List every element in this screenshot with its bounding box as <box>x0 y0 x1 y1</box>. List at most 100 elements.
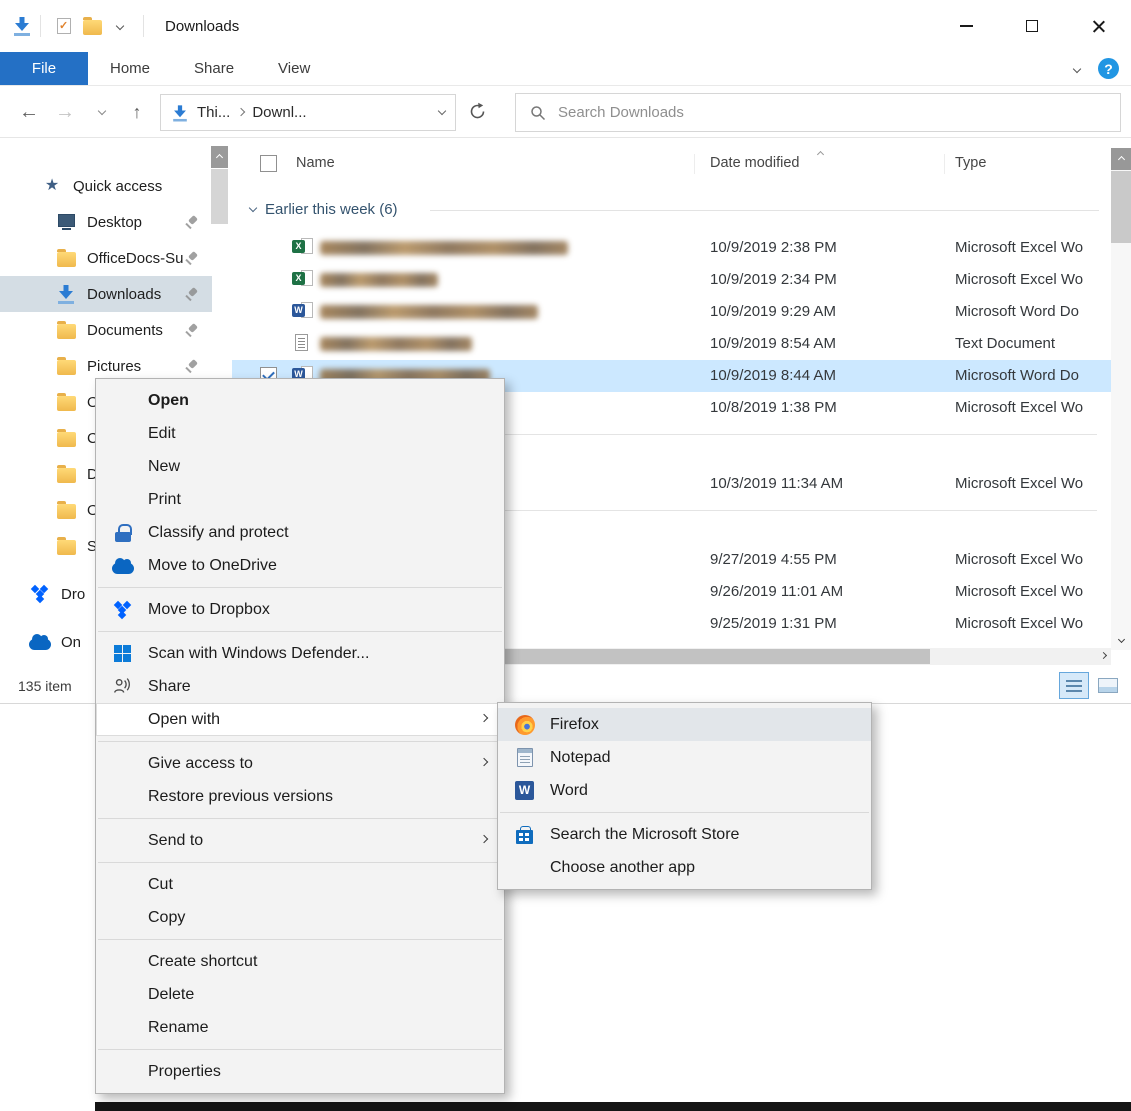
pin-icon <box>184 287 198 301</box>
menu-item-cut[interactable]: Cut <box>96 868 504 901</box>
menu-item-label: Open with <box>148 711 220 729</box>
open-with-item-notepad[interactable]: Notepad <box>498 741 871 774</box>
menu-item-scan-with-windows-defender[interactable]: Scan with Windows Defender... <box>96 637 504 670</box>
details-view-icon <box>1066 680 1082 692</box>
open-with-item-choose-another-app[interactable]: Choose another app <box>498 851 871 884</box>
minimize-button[interactable] <box>933 0 999 52</box>
back-button[interactable] <box>14 86 44 138</box>
menu-item-send-to[interactable]: Send to <box>96 824 504 857</box>
up-button[interactable] <box>122 86 152 138</box>
menu-item-label: Restore previous versions <box>148 788 333 806</box>
tab-view[interactable]: View <box>256 52 332 85</box>
refresh-icon <box>468 102 487 121</box>
sidebar-item-officedocs-su[interactable]: OfficeDocs-Su <box>0 240 212 276</box>
group-header[interactable]: Earlier this week (6) <box>250 196 398 222</box>
file-row[interactable]: 10/9/2019 2:34 PMMicrosoft Excel Wo <box>232 264 1111 296</box>
help-button[interactable] <box>1098 58 1119 79</box>
refresh-button[interactable] <box>468 102 487 121</box>
menu-item-copy[interactable]: Copy <box>96 901 504 934</box>
menu-item-print[interactable]: Print <box>96 483 504 516</box>
qat-customize-button[interactable] <box>106 10 134 42</box>
menu-item-open[interactable]: Open <box>96 384 504 417</box>
menu-item-move-to-onedrive[interactable]: Move to OneDrive <box>96 549 504 582</box>
folder-icon <box>83 20 102 35</box>
menu-item-edit[interactable]: Edit <box>96 417 504 450</box>
scroll-down-button[interactable] <box>1111 628 1131 650</box>
chevron-up-icon <box>216 153 223 160</box>
menu-item-classify-and-protect[interactable]: Classify and protect <box>96 516 504 549</box>
breadcrumb-separator-icon <box>237 108 245 116</box>
menu-separator <box>500 812 869 813</box>
file-date-modified: 9/26/2019 11:01 AM <box>710 583 843 600</box>
open-with-item-word[interactable]: Word <box>498 774 871 807</box>
file-type: Microsoft Excel Wo <box>955 475 1107 492</box>
open-with-item-search-the-microsoft-store[interactable]: Search the Microsoft Store <box>498 818 871 851</box>
pin-icon <box>184 215 198 229</box>
tab-file[interactable]: File <box>0 52 88 85</box>
menu-item-new[interactable]: New <box>96 450 504 483</box>
file-date-modified: 9/25/2019 1:31 PM <box>710 615 837 632</box>
chevron-down-icon <box>1117 635 1124 642</box>
recent-locations-icon[interactable] <box>98 107 106 115</box>
address-bar[interactable]: Thi... Downl... <box>160 94 456 131</box>
scroll-right-icon[interactable] <box>1100 652 1107 659</box>
file-date-modified: 10/3/2019 11:34 AM <box>710 475 843 492</box>
menu-item-delete[interactable]: Delete <box>96 978 504 1011</box>
file-row[interactable]: 10/9/2019 8:54 AMText Document <box>232 328 1111 360</box>
sidebar-item-label: Documents <box>87 322 163 339</box>
file-row[interactable]: 10/9/2019 2:38 PMMicrosoft Excel Wo <box>232 232 1111 264</box>
search-box[interactable] <box>515 93 1121 132</box>
v-scroll-thumb[interactable] <box>1111 171 1131 243</box>
menu-item-share[interactable]: Share <box>96 670 504 703</box>
menu-item-label: Open <box>148 392 189 410</box>
sidebar-item-desktop[interactable]: Desktop <box>0 204 212 240</box>
menu-item-move-to-dropbox[interactable]: Move to Dropbox <box>96 593 504 626</box>
breadcrumb-this-pc[interactable]: Thi... <box>197 104 230 121</box>
menu-item-label: Edit <box>148 425 176 443</box>
context-menu: OpenEditNewPrintClassify and protectMove… <box>95 378 505 1094</box>
wordapp-icon <box>511 778 538 804</box>
menu-item-open-with[interactable]: Open with <box>96 703 504 736</box>
address-dropdown-icon[interactable] <box>438 107 446 115</box>
titlebar[interactable]: Downloads <box>0 0 1131 52</box>
scroll-up-button[interactable] <box>1111 148 1131 170</box>
sidebar-item-documents[interactable]: Documents <box>0 312 212 348</box>
select-all-checkbox[interactable] <box>260 155 277 172</box>
titlebar-separator <box>143 15 144 37</box>
vertical-scrollbar[interactable] <box>1111 148 1131 650</box>
sidebar-scroll-up-button[interactable] <box>211 146 228 168</box>
menu-item-create-shortcut[interactable]: Create shortcut <box>96 945 504 978</box>
qat-new-folder-button[interactable] <box>78 10 106 42</box>
column-name[interactable]: Name <box>296 155 335 171</box>
window-title: Downloads <box>165 18 239 35</box>
search-input[interactable] <box>558 104 1106 121</box>
file-type: Microsoft Excel Wo <box>955 271 1107 288</box>
column-type[interactable]: Type <box>955 155 986 171</box>
open-with-item-firefox[interactable]: Firefox <box>498 708 871 741</box>
tab-home[interactable]: Home <box>88 52 172 85</box>
column-date-modified[interactable]: Date modified <box>710 155 799 171</box>
menu-item-rename[interactable]: Rename <box>96 1011 504 1044</box>
sidebar-scrollbar[interactable] <box>211 146 228 224</box>
sidebar-item-quick-access[interactable]: Quick access <box>0 168 212 204</box>
thumbnail-view-button[interactable] <box>1093 672 1123 699</box>
menu-item-give-access-to[interactable]: Give access to <box>96 747 504 780</box>
tab-share[interactable]: Share <box>172 52 256 85</box>
forward-button[interactable] <box>50 86 80 138</box>
ribbon-collapse-icon[interactable] <box>1073 64 1081 72</box>
close-button[interactable] <box>1065 0 1131 52</box>
file-row[interactable]: 10/9/2019 9:29 AMMicrosoft Word Do <box>232 296 1111 328</box>
menu-item-properties[interactable]: Properties <box>96 1055 504 1088</box>
navigation-bar: Thi... Downl... <box>0 86 1131 138</box>
h-scroll-thumb[interactable] <box>490 649 930 664</box>
maximize-button[interactable] <box>999 0 1065 52</box>
sidebar-scroll-thumb[interactable] <box>211 169 228 224</box>
qat-properties-button[interactable] <box>50 10 78 42</box>
sidebar-item-downloads[interactable]: Downloads <box>0 276 212 312</box>
menu-item-restore-previous-versions[interactable]: Restore previous versions <box>96 780 504 813</box>
sidebar-item-label: Dro <box>61 586 85 603</box>
submenu-arrow-icon <box>480 835 488 843</box>
firefox-icon <box>511 712 538 738</box>
breadcrumb-downloads[interactable]: Downl... <box>252 104 306 121</box>
details-view-button[interactable] <box>1059 672 1089 699</box>
